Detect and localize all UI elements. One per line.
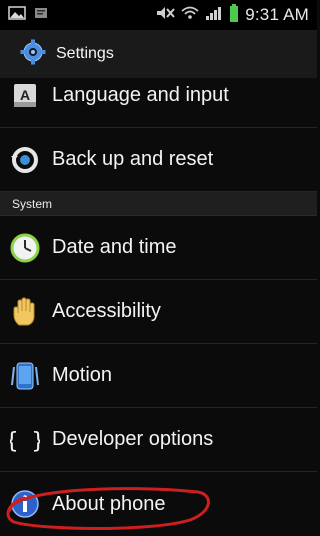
settings-item-label: Date and time: [52, 236, 177, 258]
svg-text:A: A: [20, 87, 30, 103]
braces-icon: { }: [10, 425, 40, 455]
info-icon: [10, 489, 40, 519]
battery-icon: [229, 3, 239, 27]
section-header-system: System: [0, 192, 317, 216]
clock-icon: [10, 233, 40, 263]
settings-item-label: Language and input: [52, 84, 229, 106]
backup-reset-icon: [10, 145, 40, 175]
phone-motion-icon: [10, 361, 40, 391]
mute-icon: [155, 6, 175, 25]
language-icon: A: [10, 81, 40, 111]
status-time: 9:31 AM: [245, 5, 309, 24]
settings-item-developer-options[interactable]: { } Developer options: [0, 408, 317, 472]
settings-item-language-and-input[interactable]: A Language and input: [0, 64, 317, 128]
wifi-icon: [181, 6, 199, 25]
message-notification-icon: [34, 6, 48, 24]
settings-item-accessibility[interactable]: Accessibility: [0, 280, 317, 344]
signal-strength-icon: [205, 6, 223, 25]
page-title: Settings: [56, 45, 114, 62]
hand-icon: [10, 296, 40, 327]
settings-item-motion[interactable]: Motion: [0, 344, 317, 408]
svg-text:{ }: { }: [10, 429, 40, 454]
settings-item-date-and-time[interactable]: Date and time: [0, 216, 317, 280]
section-title: System: [12, 196, 53, 211]
settings-item-label: About phone: [52, 492, 166, 515]
settings-item-label: Developer options: [52, 428, 214, 450]
settings-item-back-up-and-reset[interactable]: Back up and reset: [0, 128, 317, 192]
settings-item-label: Motion: [52, 364, 113, 386]
settings-list: A Language and input Back up and reset S…: [0, 64, 317, 536]
settings-item-about-phone[interactable]: About phone: [0, 472, 317, 536]
gallery-notification-icon: [8, 5, 26, 25]
settings-item-label: Back up and reset: [52, 148, 214, 170]
status-bar: 9:31 AM: [0, 0, 317, 30]
settings-item-label: Accessibility: [52, 300, 161, 322]
